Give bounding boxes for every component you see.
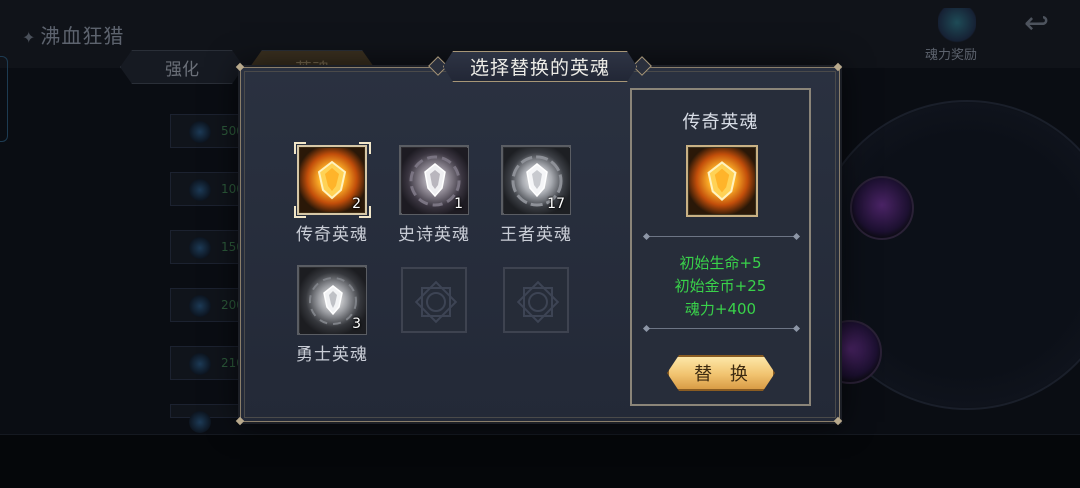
dialog-title-plate: 选择替换的英魂 [443,51,637,82]
soul-slot-epic[interactable]: 1 [399,145,469,215]
replace-button[interactable]: 替 换 [667,355,775,391]
empty-slot [503,267,569,333]
stat-initial-hp: 初始生命+5 [679,254,762,272]
soul-label-king: 王者英魂 [500,225,572,245]
soul-gem-icon [689,148,755,214]
selection-bracket [359,142,371,154]
soul-slot-warrior[interactable]: 3 [297,265,367,335]
soul-label-legendary: 传奇英魂 [296,225,368,245]
screen-title: ✦ 沸血狂猎 [22,24,125,48]
tab-enhance[interactable]: 强化 [120,50,244,84]
replace-button-label: 替 换 [694,364,754,385]
soul-reward-label: 魂力奖励 [925,48,978,63]
stat-initial-gold: 初始金币+25 [674,277,767,295]
detail-soul-icon-frame [686,145,758,217]
empty-slot [401,267,467,333]
empty-slot-icon [516,280,560,324]
soul-reward-icon[interactable] [938,8,976,44]
left-edge-tab [0,56,8,142]
soul-orb [850,176,914,240]
detail-title: 传奇英魂 [682,112,759,133]
item-count: 3 [352,316,361,332]
back-arrow-icon[interactable]: ↩ [1024,6,1049,41]
empty-slot-icon [414,280,458,324]
bottom-bar [0,434,1080,488]
selection-bracket [294,206,306,218]
item-count: 17 [547,196,565,212]
stat-soul-power: 魂力+400 [684,300,757,318]
item-count: 1 [454,196,463,212]
divider [646,328,797,329]
soul-slot-king[interactable]: 17 [501,145,571,215]
star-icon: ✦ [22,28,37,47]
soul-label-warrior: 勇士英魂 [296,345,368,365]
selection-bracket [294,142,306,154]
dialog-title: 选择替换的英魂 [469,57,610,79]
soul-label-epic: 史诗英魂 [398,225,470,245]
divider [646,236,797,237]
selection-bracket [359,206,371,218]
soul-slot-legendary[interactable]: 2 [297,145,367,215]
